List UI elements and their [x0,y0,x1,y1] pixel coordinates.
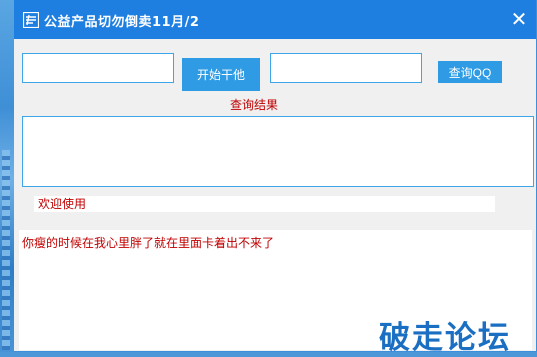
window-title: 公益产品切勿倒卖11月/2 [44,15,200,30]
status-text: 欢迎使用 [38,197,87,211]
forum-watermark: 破走论坛 [379,320,511,356]
target-input[interactable] [22,53,174,83]
query-qq-button[interactable]: 查询QQ [438,61,502,83]
title-bar[interactable]: 公益产品切勿倒卖11月/2 ✕ [14,0,536,39]
start-button[interactable]: 开始干他 [182,58,260,91]
result-textbox[interactable] [22,116,534,187]
close-icon[interactable]: ✕ [506,6,532,32]
status-bar: 欢迎使用 [34,196,495,212]
desktop-background [0,0,14,357]
log-text: 你瘦的时候在我心里胖了就在里面卡着出不来了 [22,236,275,250]
app-logo-icon [23,12,39,28]
qq-input[interactable] [270,53,422,83]
app-window: 公益产品切勿倒卖11月/2 ✕ 开始干他 查询QQ 查询结果 欢迎使用 你瘦的时… [14,0,537,352]
result-label: 查询结果 [230,98,279,112]
